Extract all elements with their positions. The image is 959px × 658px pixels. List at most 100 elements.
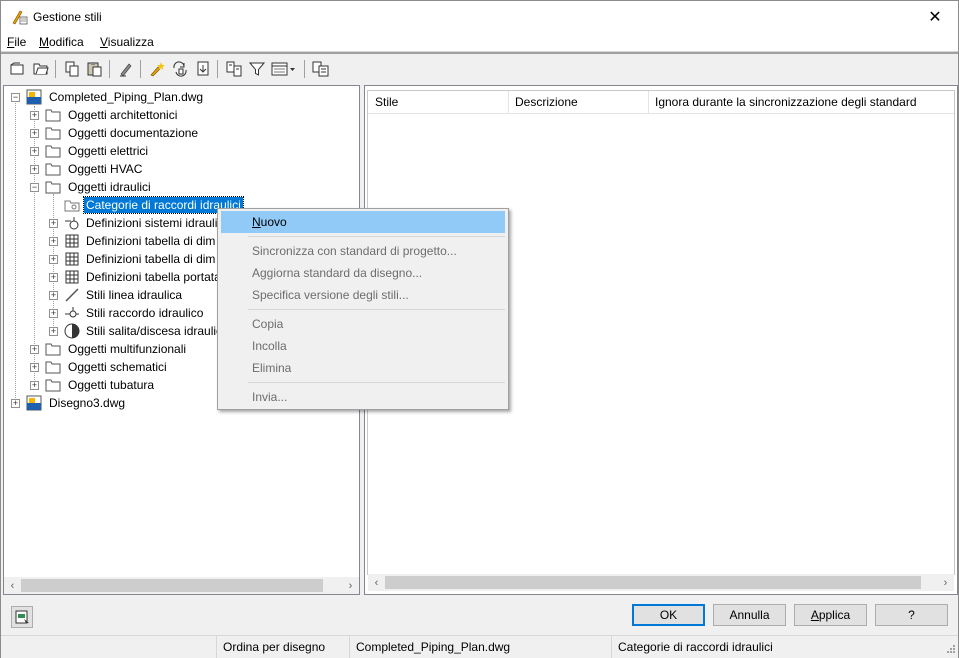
tree-node-category[interactable]: + Oggetti architettonici — [4, 106, 359, 124]
column-header-stile[interactable]: Stile — [369, 91, 509, 113]
expand-icon[interactable]: + — [49, 291, 58, 300]
menu-item-sincronizza[interactable]: Sincronizza con standard di progetto... — [221, 240, 505, 262]
display-manager-button[interactable] — [11, 606, 33, 628]
menu-visualizza[interactable]: Visualizza — [100, 35, 154, 49]
tree-node-label: Completed_Piping_Plan.dwg — [49, 90, 204, 104]
status-drawing: Completed_Piping_Plan.dwg — [349, 636, 611, 658]
header-divider — [368, 113, 954, 114]
tree-horizontal-scrollbar[interactable]: ‹ › — [4, 577, 359, 594]
inventory-icon[interactable] — [312, 60, 330, 78]
status-bar: Ordina per disegno Completed_Piping_Plan… — [1, 635, 958, 658]
help-button[interactable]: ? — [875, 604, 948, 626]
status-selection: Categorie di raccordi idraulici — [611, 636, 958, 658]
folder-icon — [45, 163, 61, 176]
expand-icon[interactable]: + — [49, 327, 58, 336]
tree-node-label: Definizioni tabella di dim — [86, 252, 216, 266]
tree-node-label: Stili raccordo idraulico — [86, 306, 204, 320]
tree-node-label: Disegno3.dwg — [49, 396, 126, 410]
menu-item-copia[interactable]: Copia — [221, 313, 505, 335]
tree-node-label: Stili salita/discesa idraulica — [86, 324, 218, 338]
menu-item-invia[interactable]: Invia... — [221, 386, 505, 408]
expand-icon[interactable]: + — [30, 381, 39, 390]
menu-item-specifica-versione[interactable]: Specifica versione degli stili... — [221, 284, 505, 306]
ok-button[interactable]: OK — [632, 604, 705, 626]
expand-icon[interactable]: + — [30, 165, 39, 174]
tree-node-drawing[interactable]: − Completed_Piping_Plan.dwg — [4, 88, 359, 106]
expand-icon[interactable]: + — [49, 237, 58, 246]
update-icon[interactable] — [194, 60, 212, 78]
rise-drop-icon — [64, 323, 80, 339]
scroll-right-icon[interactable]: › — [937, 574, 954, 591]
table-icon — [65, 252, 79, 266]
expand-icon[interactable]: + — [49, 309, 58, 318]
table-icon — [65, 234, 79, 248]
apply-button[interactable]: Applica — [794, 604, 867, 626]
copy-icon[interactable] — [63, 60, 81, 78]
paste-icon[interactable] — [86, 60, 104, 78]
close-icon[interactable]: ✕ — [912, 1, 958, 32]
menu-item-incolla[interactable]: Incolla — [221, 335, 505, 357]
tree-node-style[interactable]: + Stili raccordo idraulico — [4, 304, 218, 322]
status-sort: Ordina per disegno — [216, 636, 349, 658]
tree-node-style[interactable]: + Definizioni tabella di dim — [4, 250, 218, 268]
sync-icon[interactable] — [171, 60, 189, 78]
folder-icon — [45, 361, 61, 374]
menu-item-elimina[interactable]: Elimina — [221, 357, 505, 379]
expand-icon[interactable]: + — [30, 129, 39, 138]
column-header-descrizione[interactable]: Descrizione — [509, 91, 649, 113]
menu-file[interactable]: File — [7, 35, 26, 49]
expand-icon[interactable]: + — [49, 273, 58, 282]
tree-node-label: Oggetti idraulici — [68, 180, 151, 194]
new-drawing-icon[interactable] — [9, 60, 27, 78]
expand-icon[interactable]: + — [30, 111, 39, 120]
tree-node-label: Definizioni sistemi idraulici — [86, 216, 227, 230]
expand-icon[interactable]: + — [30, 147, 39, 156]
expand-icon[interactable]: + — [30, 363, 39, 372]
purge-icon[interactable] — [148, 60, 166, 78]
tree-node-style[interactable]: + Definizioni sistemi idraulici — [4, 214, 226, 232]
expand-icon[interactable]: + — [30, 345, 39, 354]
window-title: Gestione stili — [33, 10, 102, 24]
folder-open-icon — [45, 181, 61, 194]
tree-node-style[interactable]: + Definizioni tabella di dim — [4, 232, 218, 250]
folder-icon — [45, 145, 61, 158]
resize-grip-icon[interactable] — [944, 644, 956, 656]
folder-icon — [45, 379, 61, 392]
plumbing-system-icon — [65, 217, 79, 230]
table-icon — [65, 270, 79, 284]
tree-node-label: Oggetti elettrici — [68, 144, 149, 158]
menu-modifica[interactable]: Modifica — [39, 35, 84, 49]
collapse-icon[interactable]: − — [30, 183, 39, 192]
filter-icon[interactable] — [248, 60, 266, 78]
scrollbar-thumb[interactable] — [385, 576, 921, 589]
expand-icon[interactable]: + — [49, 219, 58, 228]
tree-node-category[interactable]: + Oggetti HVAC — [4, 160, 359, 178]
view-toggle-icon[interactable] — [271, 60, 299, 78]
tree-node-label: Oggetti schematici — [68, 360, 167, 374]
tree-node-category-plumbing[interactable]: − Oggetti idraulici — [4, 178, 359, 196]
cancel-button[interactable]: Annulla — [713, 604, 786, 626]
tree-node-category[interactable]: + Oggetti elettrici — [4, 142, 359, 160]
edit-icon[interactable] — [117, 60, 135, 78]
collapse-icon[interactable]: − — [11, 93, 20, 102]
column-header-ignora[interactable]: Ignora durante la sincronizzazione degli… — [649, 91, 949, 113]
expand-icon[interactable]: + — [49, 255, 58, 264]
open-drawing-icon[interactable] — [32, 60, 50, 78]
tree-node-label: Oggetti architettonici — [68, 108, 178, 122]
list-horizontal-scrollbar[interactable]: ‹ › — [368, 574, 954, 591]
tree-node-style[interactable]: + Definizioni tabella portata — [4, 268, 221, 286]
expand-icon[interactable]: + — [11, 399, 20, 408]
toolbar-separator — [304, 60, 305, 78]
folder-icon — [45, 343, 61, 356]
scroll-left-icon[interactable]: ‹ — [368, 574, 385, 591]
scroll-right-icon[interactable]: › — [342, 577, 359, 594]
scroll-left-icon[interactable]: ‹ — [4, 577, 21, 594]
menu-item-aggiorna[interactable]: Aggiorna standard da disegno... — [221, 262, 505, 284]
drawing-file-icon — [26, 89, 42, 105]
tree-node-style[interactable]: + Stili linea idraulica — [4, 286, 218, 304]
tree-node-category[interactable]: + Oggetti documentazione — [4, 124, 359, 142]
compare-icon[interactable] — [225, 60, 243, 78]
tree-node-style[interactable]: + Stili salita/discesa idraulica — [4, 322, 218, 340]
scrollbar-thumb[interactable] — [21, 579, 323, 592]
menu-item-nuovo[interactable]: Nuovo — [221, 211, 505, 233]
